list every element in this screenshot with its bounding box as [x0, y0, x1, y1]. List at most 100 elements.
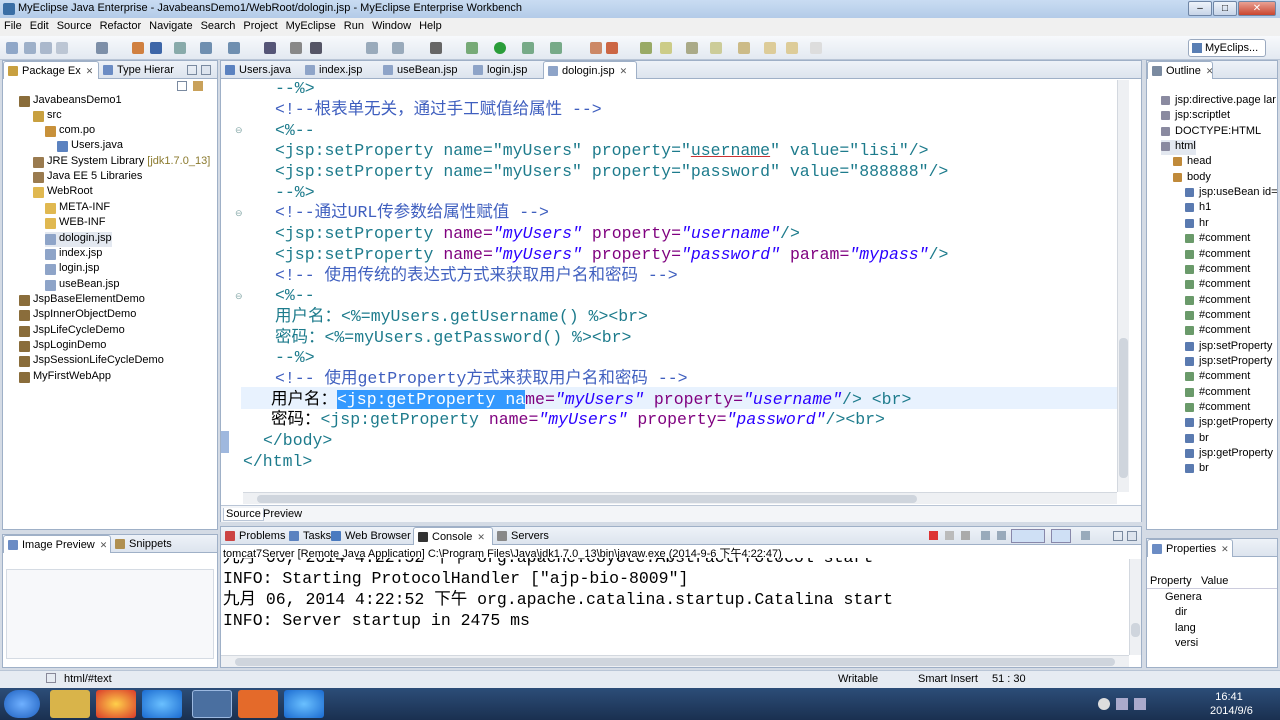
minimize-view-icon[interactable] — [187, 65, 197, 75]
outline-item[interactable]: DOCTYPE:HTML — [1161, 125, 1261, 140]
task-icon[interactable] — [290, 42, 302, 54]
pin-console-icon[interactable] — [1011, 529, 1045, 543]
scrollbar-thumb[interactable] — [235, 658, 1115, 666]
outline-item[interactable]: body — [1173, 171, 1211, 186]
tab-preview[interactable]: Preview — [263, 508, 302, 520]
outline-item[interactable]: #comment — [1185, 263, 1250, 278]
tree-item-meta-inf[interactable]: META-INF — [45, 201, 110, 216]
menu-run[interactable]: Run — [340, 18, 368, 32]
view-icon[interactable] — [392, 42, 404, 54]
terminate-icon[interactable] — [929, 531, 938, 540]
window-icon[interactable] — [430, 42, 442, 54]
tree-item-jsplifecycledemo[interactable]: JspLifeCycleDemo — [19, 324, 125, 339]
annotation-icon[interactable] — [710, 42, 722, 54]
outline-item[interactable]: #comment — [1185, 294, 1250, 309]
tab-users-java[interactable]: Users.java — [221, 61, 301, 79]
scrollbar-thumb[interactable] — [1131, 623, 1140, 637]
forward-icon[interactable] — [786, 42, 798, 54]
open-perspective-icon[interactable] — [640, 42, 652, 54]
app-icon[interactable] — [284, 690, 324, 718]
tree-item-users-java[interactable]: Users.java — [57, 139, 123, 154]
close-icon[interactable]: ✕ — [620, 66, 628, 76]
scrollbar-thumb[interactable] — [257, 495, 917, 503]
browser-icon[interactable] — [150, 42, 162, 54]
outline-item[interactable]: #comment — [1185, 248, 1250, 263]
next-annotation-icon[interactable] — [738, 42, 750, 54]
display-console-icon[interactable] — [1051, 529, 1071, 543]
chrome-icon[interactable] — [96, 690, 136, 718]
outline-item[interactable]: jsp:setProperty — [1185, 355, 1272, 370]
tree-item-dologin-jsp[interactable]: dologin.jsp — [45, 232, 112, 247]
start-button[interactable] — [4, 690, 40, 718]
clock-date[interactable]: 2014/9/6 — [1210, 705, 1253, 717]
refresh-icon[interactable] — [228, 42, 240, 54]
tab-usebean-jsp[interactable]: useBean.jsp — [379, 61, 469, 79]
tree-item-jre-library[interactable]: JRE System Library [jdk1.7.0_13] — [33, 155, 210, 170]
tab-image-preview[interactable]: Image Preview ✕ — [3, 535, 111, 553]
fold-icon[interactable]: ⊖ — [235, 291, 243, 301]
menu-refactor[interactable]: Refactor — [96, 18, 146, 32]
close-icon[interactable]: ✕ — [477, 532, 485, 542]
outline-item[interactable]: #comment — [1185, 386, 1250, 401]
media-player-icon[interactable] — [142, 690, 182, 718]
open-type-icon[interactable] — [264, 42, 276, 54]
outline-item[interactable]: jsp:scriptlet — [1161, 109, 1230, 124]
pen-icon[interactable] — [660, 42, 672, 54]
back-icon[interactable] — [764, 42, 776, 54]
outline-item[interactable]: jsp:getProperty — [1185, 447, 1273, 462]
outline-item[interactable]: jsp:useBean id= — [1185, 186, 1278, 201]
console-output[interactable]: 九月 06, 2014 4:22:52 下午 org.apache.coyote… — [221, 558, 1129, 656]
new-icon[interactable] — [6, 42, 18, 54]
remove-all-icon[interactable] — [961, 531, 970, 540]
outline-item[interactable]: #comment — [1185, 278, 1250, 293]
perspective-switcher[interactable]: MyEclips... — [1188, 39, 1266, 57]
properties-row[interactable]: dir — [1175, 606, 1187, 618]
server-icon[interactable] — [132, 42, 144, 54]
clear-console-icon[interactable] — [981, 531, 990, 540]
tree-item-jspsessionlifecycledemo[interactable]: JspSessionLifeCycleDemo — [19, 354, 164, 369]
close-button[interactable]: ✕ — [1238, 1, 1276, 16]
tree-item-jspinnerobjectdemo[interactable]: JspInnerObjectDemo — [19, 308, 136, 323]
tab-web-browser[interactable]: Web Browser — [327, 527, 413, 545]
tree-item-web-inf[interactable]: WEB-INF — [45, 216, 105, 231]
tree-item-index-jsp[interactable]: index.jsp — [45, 247, 102, 262]
tab-properties[interactable]: Properties ✕ — [1147, 539, 1233, 557]
collapse-all-icon[interactable] — [177, 81, 187, 91]
network-tray-icon[interactable] — [1116, 698, 1128, 710]
editor-horizontal-scrollbar[interactable] — [243, 492, 1117, 504]
build-icon[interactable] — [200, 42, 212, 54]
tab-servers[interactable]: Servers — [493, 527, 559, 545]
outline-item[interactable]: head — [1173, 155, 1211, 170]
debug-icon[interactable] — [466, 42, 478, 54]
menu-help[interactable]: Help — [415, 18, 446, 32]
outline-item[interactable]: br — [1185, 462, 1209, 477]
deploy-icon[interactable] — [96, 42, 108, 54]
fold-icon[interactable]: ⊖ — [235, 208, 243, 218]
tab-index-jsp[interactable]: index.jsp — [301, 61, 379, 79]
external-tools-icon[interactable] — [550, 42, 562, 54]
last-edit-icon[interactable] — [810, 42, 822, 54]
tab-dologin-jsp[interactable]: dologin.jsp ✕ — [543, 61, 637, 79]
tree-item-jspbaseelementdemo[interactable]: JspBaseElementDemo — [19, 293, 145, 308]
outline-item[interactable]: jsp:directive.page lar — [1161, 94, 1276, 109]
close-icon[interactable]: ✕ — [86, 66, 94, 76]
layout-icon[interactable] — [366, 42, 378, 54]
tree-item-webroot[interactable]: WebRoot — [33, 185, 93, 200]
explorer-icon[interactable] — [50, 690, 90, 718]
tree-item-src[interactable]: src — [33, 109, 62, 124]
maximize-view-icon[interactable] — [201, 65, 211, 75]
menu-navigate[interactable]: Navigate — [145, 18, 196, 32]
clock-time[interactable]: 16:41 — [1206, 691, 1252, 703]
outline-item[interactable]: #comment — [1185, 309, 1250, 324]
run-profile-icon[interactable] — [522, 42, 534, 54]
minimize-view-icon[interactable] — [1113, 531, 1123, 541]
console-vertical-scrollbar[interactable] — [1129, 559, 1141, 655]
volume-tray-icon[interactable] — [1134, 698, 1146, 710]
menu-search[interactable]: Search — [197, 18, 240, 32]
tree-item-jsplogindemo[interactable]: JspLoginDemo — [19, 339, 106, 354]
new-server-icon[interactable] — [590, 42, 602, 54]
search-icon[interactable] — [686, 42, 698, 54]
remove-launch-icon[interactable] — [945, 531, 954, 540]
menu-edit[interactable]: Edit — [26, 18, 53, 32]
minimize-button[interactable]: – — [1188, 1, 1212, 16]
